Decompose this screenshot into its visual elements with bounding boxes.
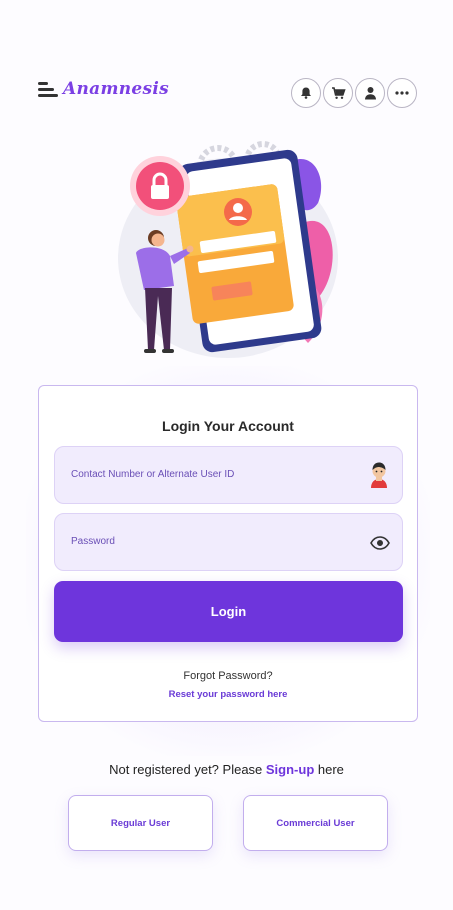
more-button[interactable] [387,78,417,108]
login-button[interactable]: Login [54,581,403,642]
contact-field[interactable]: Contact Number or Alternate User ID [54,446,403,504]
brand-logo: Anamnesis [63,79,170,99]
password-field[interactable]: Password [54,513,403,571]
signup-prompt: Not registered yet? Please Sign-up here [0,762,453,777]
header-actions [291,78,417,108]
notifications-button[interactable] [291,78,321,108]
reset-password-link[interactable]: Reset your password here [39,689,417,700]
app-header: Anamnesis [38,76,417,108]
login-card: Login Your Account Contact Number or Alt… [38,385,418,722]
login-title: Login Your Account [162,418,294,434]
forgot-password-text: Forgot Password? [183,670,273,682]
password-placeholder: Password [71,536,115,547]
menu-icon[interactable] [38,82,58,98]
signup-prefix: Not registered yet? Please [109,762,266,777]
regular-user-button[interactable]: Regular User [68,795,213,851]
login-illustration [118,141,338,358]
bell-icon [301,87,311,99]
contact-placeholder: Contact Number or Alternate User ID [71,469,235,480]
signup-link[interactable]: Sign-up [266,762,314,777]
eye-icon[interactable] [370,536,390,550]
profile-button[interactable] [355,78,385,108]
commercial-user-button[interactable]: Commercial User [243,795,388,851]
signup-suffix: here [314,762,344,777]
cart-icon [331,87,346,99]
more-icon [395,91,409,95]
user-avatar-icon [371,462,387,488]
cart-button[interactable] [323,78,353,108]
user-icon [364,87,376,100]
